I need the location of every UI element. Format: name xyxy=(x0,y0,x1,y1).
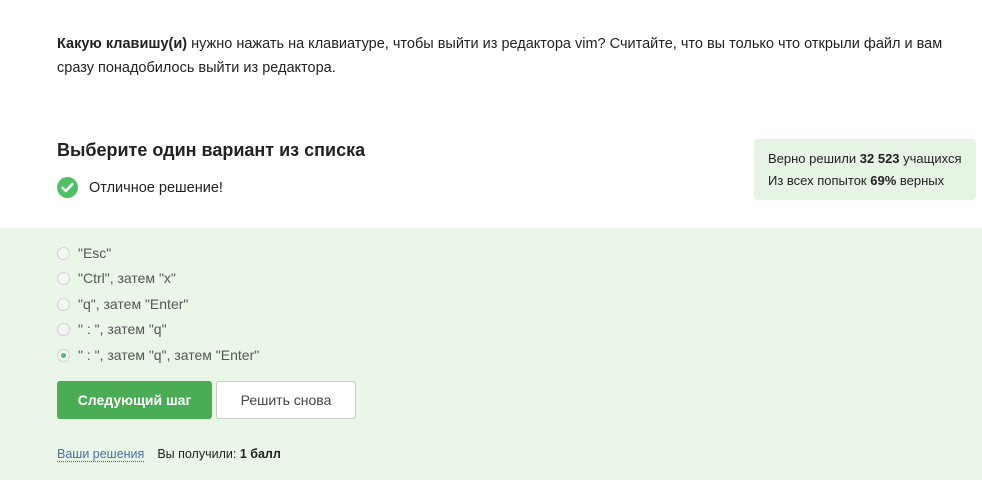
option-label: " : ", затем "q" xyxy=(78,321,167,337)
radio-dot-icon xyxy=(61,352,66,358)
option-label: "q", затем "Enter" xyxy=(78,296,189,312)
score-value: 1 балл xyxy=(239,447,281,461)
solved-count: 32 523 xyxy=(859,151,900,166)
stats-panel: Верно решили 32 523 учащихся Из всех поп… xyxy=(754,139,976,200)
percent-value: 69% xyxy=(870,173,897,188)
next-step-button[interactable]: Следующий шаг xyxy=(57,381,212,419)
radio-button[interactable] xyxy=(57,271,70,285)
score-text: Вы получили: 1 балл xyxy=(157,447,281,461)
answer-option[interactable]: "Ctrl", затем "x" xyxy=(57,270,176,286)
stats-solved: Верно решили 32 523 учащихся xyxy=(768,151,962,166)
answer-option[interactable]: "Esc" xyxy=(57,245,111,261)
answer-option-selected[interactable]: " : ", затем "q", затем "Enter" xyxy=(57,347,259,363)
solutions-link[interactable]: Ваши решения xyxy=(57,447,144,461)
question-bold: Какую клавишу(и) xyxy=(57,36,188,52)
option-label: "Esc" xyxy=(78,245,112,261)
option-label: " : ", затем "q", затем "Enter" xyxy=(78,347,260,363)
stats-percent: Из всех попыток 69% верных xyxy=(768,173,945,188)
radio-button[interactable] xyxy=(57,246,70,260)
retry-button[interactable]: Решить снова xyxy=(216,381,356,419)
radio-button-selected[interactable] xyxy=(57,348,70,362)
answer-option[interactable]: " : ", затем "q" xyxy=(57,321,167,337)
footer: Ваши решения Вы получили: 1 балл xyxy=(57,447,281,461)
radio-button[interactable] xyxy=(57,297,70,311)
option-label: "Ctrl", затем "x" xyxy=(78,270,176,286)
feedback-text: Отличное решение! xyxy=(89,179,223,196)
feedback-row: Отличное решение! xyxy=(57,177,223,198)
choose-title: Выберите один вариант из списка xyxy=(57,140,366,160)
question-text: Какую клавишу(и) нужно нажать на клавиат… xyxy=(57,33,957,80)
answer-option[interactable]: "q", затем "Enter" xyxy=(57,296,188,312)
question-body: нужно нажать на клавиатуре, чтобы выйти … xyxy=(57,36,943,76)
radio-button[interactable] xyxy=(57,322,70,336)
check-circle-icon xyxy=(57,177,78,198)
